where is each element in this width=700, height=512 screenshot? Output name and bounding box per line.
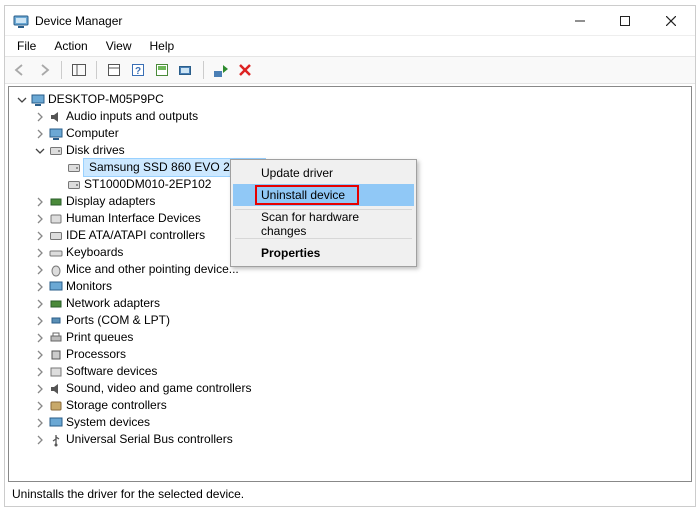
- display-icon: [48, 194, 64, 210]
- storage-icon: [48, 398, 64, 414]
- expand-icon[interactable]: [33, 127, 47, 141]
- uninstall-button[interactable]: [234, 59, 256, 81]
- tree-usb[interactable]: Universal Serial Bus controllers: [11, 431, 689, 448]
- close-button[interactable]: [647, 6, 695, 35]
- computer-icon: [48, 126, 64, 142]
- sound-icon: [48, 381, 64, 397]
- network-icon: [48, 296, 64, 312]
- cm-properties[interactable]: Properties: [233, 242, 414, 264]
- disk-icon: [66, 160, 82, 176]
- disk-icon: [48, 143, 64, 159]
- cm-scan-hardware[interactable]: Scan for hardware changes: [233, 213, 414, 235]
- help-button[interactable]: ?: [127, 59, 149, 81]
- usb-icon: [48, 432, 64, 448]
- expand-icon[interactable]: [33, 348, 47, 362]
- monitor-icon: [48, 279, 64, 295]
- tree-sound[interactable]: Sound, video and game controllers: [11, 380, 689, 397]
- maximize-button[interactable]: [602, 6, 647, 35]
- tree-system[interactable]: System devices: [11, 414, 689, 431]
- printer-icon: [48, 330, 64, 346]
- show-hide-tree-button[interactable]: [68, 59, 90, 81]
- expand-icon[interactable]: [33, 263, 47, 277]
- collapse-icon[interactable]: [15, 93, 29, 107]
- controller-icon: [48, 228, 64, 244]
- scan-hardware-button[interactable]: [175, 59, 197, 81]
- context-menu: Update driver Uninstall device Scan for …: [230, 159, 417, 267]
- tree-root-label: DESKTOP-M05P9PC: [48, 91, 170, 108]
- properties-button[interactable]: [103, 59, 125, 81]
- expand-icon[interactable]: [33, 229, 47, 243]
- tree-software[interactable]: Software devices: [11, 363, 689, 380]
- window-title: Device Manager: [35, 14, 557, 28]
- svg-text:?: ?: [135, 66, 141, 77]
- menu-bar: File Action View Help: [5, 36, 695, 56]
- tree-monitors[interactable]: Monitors: [11, 278, 689, 295]
- tree-disk-drives[interactable]: Disk drives: [11, 142, 689, 159]
- tree-computer[interactable]: Computer: [11, 125, 689, 142]
- expand-icon[interactable]: [33, 382, 47, 396]
- menu-file[interactable]: File: [9, 37, 44, 55]
- app-icon: [13, 13, 29, 29]
- expand-icon[interactable]: [33, 365, 47, 379]
- expand-icon[interactable]: [33, 314, 47, 328]
- disk-icon: [66, 177, 82, 193]
- expand-icon[interactable]: [33, 280, 47, 294]
- tree-root[interactable]: DESKTOP-M05P9PC: [11, 91, 689, 108]
- system-icon: [48, 415, 64, 431]
- audio-icon: [48, 109, 64, 125]
- expand-icon[interactable]: [33, 416, 47, 430]
- tree-processors[interactable]: Processors: [11, 346, 689, 363]
- back-button[interactable]: [9, 59, 31, 81]
- hid-icon: [48, 211, 64, 227]
- tree-ports[interactable]: Ports (COM & LPT): [11, 312, 689, 329]
- status-bar: Uninstalls the driver for the selected d…: [8, 484, 692, 504]
- mouse-icon: [48, 262, 64, 278]
- update-driver-button[interactable]: [151, 59, 173, 81]
- menu-help[interactable]: Help: [142, 37, 183, 55]
- titlebar: Device Manager: [5, 6, 695, 36]
- menu-view[interactable]: View: [98, 37, 140, 55]
- status-text: Uninstalls the driver for the selected d…: [12, 487, 244, 501]
- menu-separator: [235, 238, 412, 239]
- tree-printq[interactable]: Print queues: [11, 329, 689, 346]
- expand-icon[interactable]: [33, 331, 47, 345]
- tree-panel: DESKTOP-M05P9PC Audio inputs and outputs…: [8, 86, 692, 482]
- cm-update-driver[interactable]: Update driver: [233, 162, 414, 184]
- tree-network[interactable]: Network adapters: [11, 295, 689, 312]
- forward-button[interactable]: [33, 59, 55, 81]
- tree-audio[interactable]: Audio inputs and outputs: [11, 108, 689, 125]
- expand-icon[interactable]: [33, 399, 47, 413]
- expand-icon[interactable]: [33, 212, 47, 226]
- keyboard-icon: [48, 245, 64, 261]
- expand-icon[interactable]: [33, 246, 47, 260]
- cpu-icon: [48, 347, 64, 363]
- computer-icon: [30, 92, 46, 108]
- annotation-highlight: [255, 185, 359, 205]
- toolbar: ?: [5, 56, 695, 84]
- port-icon: [48, 313, 64, 329]
- menu-action[interactable]: Action: [46, 37, 95, 55]
- expand-icon[interactable]: [33, 433, 47, 447]
- expand-icon[interactable]: [33, 297, 47, 311]
- expand-icon[interactable]: [33, 195, 47, 209]
- tree-storage[interactable]: Storage controllers: [11, 397, 689, 414]
- collapse-icon[interactable]: [33, 144, 47, 158]
- minimize-button[interactable]: [557, 6, 602, 35]
- expand-icon[interactable]: [33, 110, 47, 124]
- enable-device-button[interactable]: [210, 59, 232, 81]
- software-icon: [48, 364, 64, 380]
